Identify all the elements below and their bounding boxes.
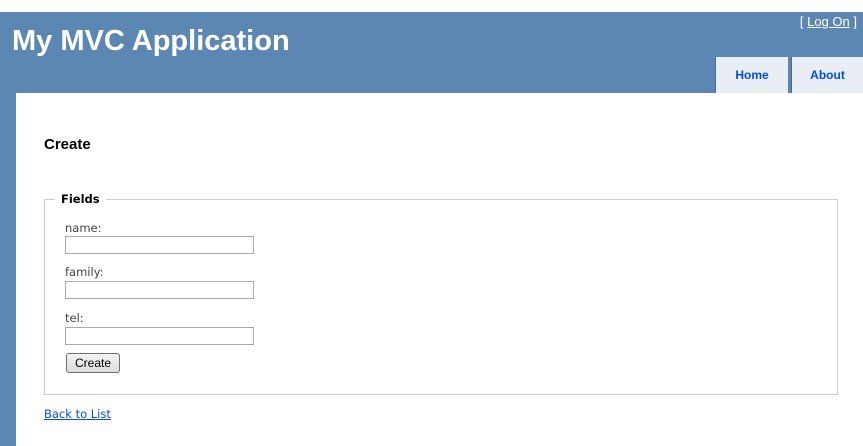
login-display: [ Log On ] [800, 14, 857, 29]
log-on-link[interactable]: Log On [807, 14, 850, 29]
fieldset-legend: Fields [55, 192, 106, 206]
name-input[interactable] [65, 236, 254, 254]
login-close-bracket: ] [853, 14, 857, 29]
top-strip [0, 0, 863, 12]
tab-home[interactable]: Home [715, 57, 788, 93]
site-header: My MVC Application [ Log On ] Home About [0, 12, 863, 93]
family-label: family: [65, 265, 104, 279]
login-open-bracket: [ [799, 14, 804, 29]
name-label: name: [65, 221, 102, 235]
page-title: Create [44, 136, 91, 153]
tab-about[interactable]: About [791, 57, 863, 93]
tel-input[interactable] [65, 327, 254, 345]
main-content: Create Fields name: family: tel: Create … [16, 93, 863, 446]
app-title: My MVC Application [12, 25, 290, 57]
page: My MVC Application [ Log On ] Home About… [0, 0, 863, 446]
create-button[interactable]: Create [66, 353, 120, 373]
main-menu: Home About [715, 57, 863, 93]
back-to-list-link[interactable]: Back to List [44, 407, 111, 421]
fields-fieldset: Fields name: family: tel: Create [44, 192, 838, 395]
tel-label: tel: [65, 311, 84, 325]
family-input[interactable] [65, 281, 254, 299]
